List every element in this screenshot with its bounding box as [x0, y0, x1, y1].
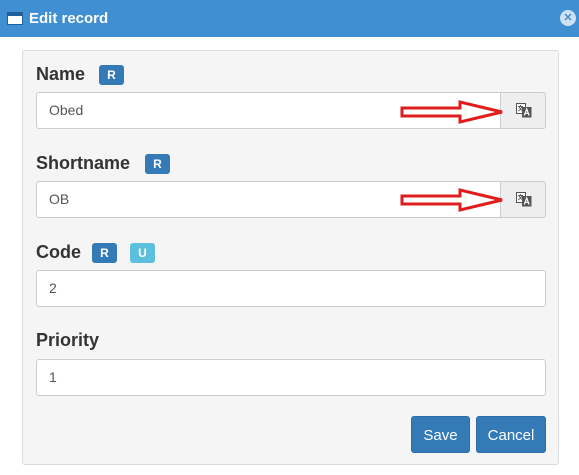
dialog-title: Edit record: [29, 10, 109, 27]
priority-input[interactable]: 1: [36, 359, 546, 396]
code-label: Code: [36, 242, 81, 262]
save-button[interactable]: Save: [411, 416, 470, 453]
shortname-label: Shortname: [36, 153, 131, 173]
window-icon: [7, 12, 23, 25]
code-required-badge: R: [92, 243, 117, 263]
close-icon[interactable]: ✕: [560, 10, 576, 26]
name-required-badge: R: [99, 65, 124, 85]
cancel-button[interactable]: Cancel: [476, 416, 546, 453]
code-input[interactable]: 2: [36, 270, 546, 307]
translate-icon: [516, 103, 532, 118]
name-label: Name: [36, 64, 86, 84]
red-annotation-arrow: [400, 100, 503, 124]
shortname-translate-button[interactable]: [500, 181, 546, 218]
shortname-required-badge: R: [145, 154, 170, 174]
name-translate-button[interactable]: [500, 92, 546, 129]
dialog-titlebar: Edit record ✕: [0, 0, 579, 37]
code-unique-badge: U: [130, 243, 155, 263]
priority-label: Priority: [36, 330, 100, 350]
translate-icon: [516, 192, 532, 207]
red-annotation-arrow: [400, 188, 503, 212]
